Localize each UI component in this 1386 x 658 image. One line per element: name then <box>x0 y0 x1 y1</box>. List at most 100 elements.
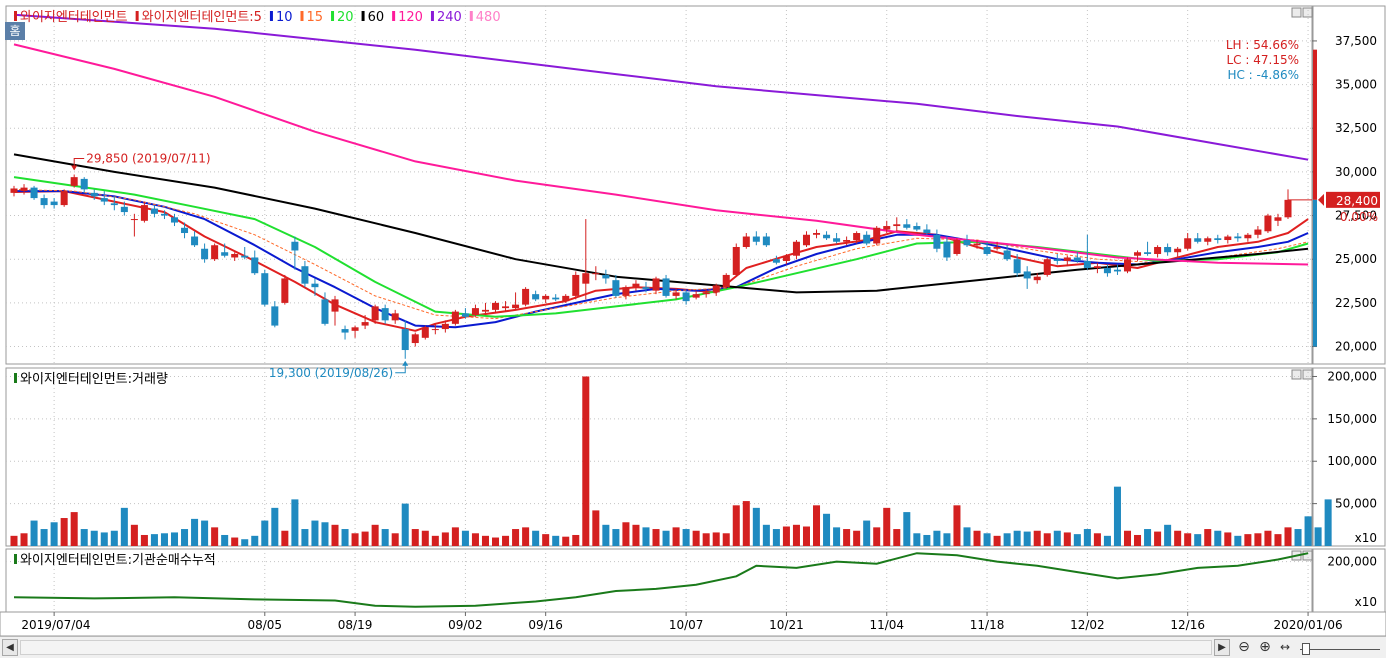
price-tick-label: 32,500 <box>1335 121 1377 135</box>
volume-bar <box>170 532 179 546</box>
volume-bar <box>211 527 219 546</box>
volume-bar <box>1144 529 1152 546</box>
flow-tick-label: 200,000 <box>1327 555 1377 569</box>
volume-tick-label: 200,000 <box>1327 369 1377 383</box>
zoom-slider[interactable] <box>1300 641 1380 655</box>
candle-body <box>30 187 38 199</box>
candle-body <box>752 236 760 242</box>
price-panel-minimize-icon <box>1291 7 1302 18</box>
candle-body <box>983 246 991 254</box>
volume-bar <box>431 535 439 546</box>
candle-body <box>642 287 650 289</box>
volume-bar <box>421 530 429 546</box>
volume-bar <box>792 524 800 546</box>
volume-bar <box>953 505 961 546</box>
volume-bar <box>1224 532 1232 546</box>
volume-bar <box>281 530 289 546</box>
legend-label: 와이지엔터테인먼트:5 <box>142 10 262 25</box>
zoom-slider-thumb[interactable] <box>1302 643 1310 655</box>
volume-bar <box>512 529 520 546</box>
date-tick-label: 10/07 <box>669 618 704 632</box>
candle-body <box>110 203 118 206</box>
candle-body <box>903 224 911 228</box>
volume-bar <box>722 533 730 546</box>
volume-bar <box>732 505 740 546</box>
scroll-right-arrow-icon[interactable]: ▶ <box>1214 639 1230 656</box>
candle-body <box>652 278 660 291</box>
volume-bar <box>1113 486 1121 546</box>
volume-bar <box>1174 530 1182 546</box>
volume-bar <box>742 501 750 546</box>
candle-body <box>1123 259 1132 272</box>
volume-tick-label: 100,000 <box>1327 454 1377 468</box>
legend-label: 와이지엔터테인먼트 <box>20 10 128 25</box>
volume-bar <box>752 507 760 546</box>
volume-bar <box>50 522 58 546</box>
volume-bar <box>120 507 128 546</box>
volume-bar <box>1284 527 1292 546</box>
volume-bar <box>90 530 98 546</box>
candle-body <box>893 224 901 227</box>
volume-bar <box>60 518 68 546</box>
candle-body <box>1134 252 1142 256</box>
volume-bar <box>893 529 901 546</box>
candle-body <box>662 278 670 296</box>
volume-bar <box>1003 533 1011 546</box>
volume-unit-label: x10 <box>1355 531 1377 545</box>
volume-bar <box>973 530 981 546</box>
volume-bar <box>492 537 500 546</box>
stock-chart-svg: 20,00022,50025,00027,50030,00032,50035,0… <box>0 5 1386 637</box>
candle-body <box>1073 257 1081 261</box>
volume-bar <box>993 535 1001 546</box>
candle-body <box>241 255 249 258</box>
candle-body <box>441 323 449 330</box>
date-tick-label: 09/02 <box>448 618 483 632</box>
volume-bar <box>903 512 911 546</box>
range-bar-down <box>1313 199 1317 347</box>
scroll-left-arrow-icon[interactable]: ◀ <box>2 639 18 656</box>
volume-tick-label: 150,000 <box>1327 412 1377 426</box>
candle-body <box>1224 236 1232 241</box>
candle-body <box>70 177 78 186</box>
candle-body <box>512 304 520 309</box>
horizontal-scrollbar[interactable]: ◀ ▶ ⊖ ⊕ ↔ <box>0 636 1386 658</box>
price-tick-label: 35,000 <box>1335 78 1377 92</box>
candle-body <box>1244 234 1252 239</box>
legend-label: 15 <box>306 10 323 25</box>
candle-body <box>391 313 399 321</box>
legend-swatch <box>300 11 304 21</box>
volume-bar <box>1314 527 1322 546</box>
volume-bar <box>331 524 339 546</box>
zoom-in-icon[interactable]: ⊕ <box>1256 638 1274 657</box>
zoom-range-icon[interactable]: ↔ <box>1276 638 1294 657</box>
zoom-out-icon[interactable]: ⊖ <box>1235 638 1253 657</box>
candle-body <box>20 187 28 192</box>
candle-body <box>100 198 108 202</box>
volume-bar <box>522 527 530 546</box>
candle-body <box>532 294 540 300</box>
scroll-track[interactable] <box>20 640 1212 655</box>
candle-body <box>1284 199 1292 218</box>
volume-bar <box>10 535 18 546</box>
candle-body <box>823 234 831 239</box>
flow-title-swatch <box>14 554 17 564</box>
candle-body <box>281 278 289 303</box>
volume-tick-label: 50,000 <box>1335 497 1377 511</box>
volume-bar <box>1093 533 1101 546</box>
volume-bar <box>913 533 921 546</box>
volume-panel-title: 와이지엔터테인먼트:거래량 <box>20 372 168 387</box>
candle-body <box>361 322 369 326</box>
volume-bar <box>1023 531 1031 546</box>
stock-chart[interactable]: 20,000 22,500 25,000 27,500 30,000 32,500 35,0… <box>0 0 1386 658</box>
candle-body <box>411 334 419 344</box>
candle-body <box>150 208 158 214</box>
candle-body <box>331 299 339 312</box>
candle-body <box>632 283 640 288</box>
candle-body <box>311 283 319 288</box>
volume-bar <box>672 527 680 546</box>
volume-bar <box>642 527 650 546</box>
home-badge[interactable]: 홈 <box>5 22 25 40</box>
volume-bar <box>772 529 780 546</box>
candle-body <box>813 233 821 235</box>
candle-body <box>772 259 780 263</box>
